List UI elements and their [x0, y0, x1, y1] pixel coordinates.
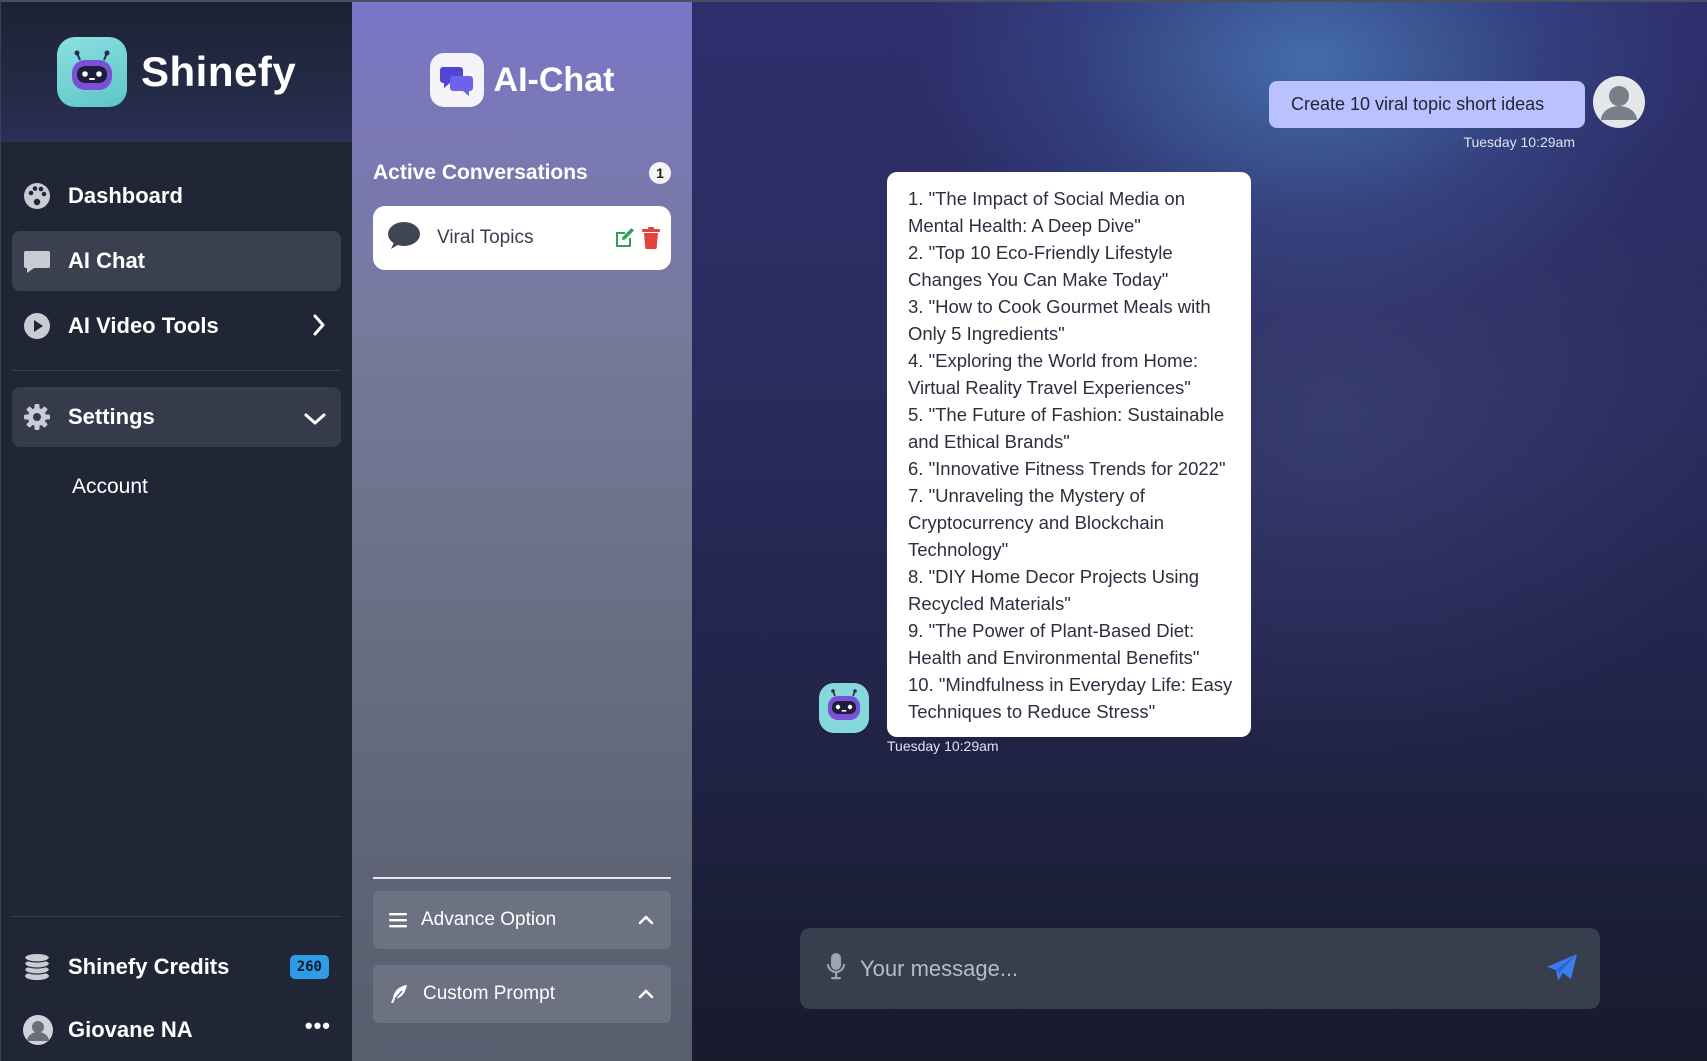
conversation-label: Viral Topics [437, 227, 534, 248]
advance-option-label: Advance Option [421, 909, 557, 930]
chevron-up-icon [637, 911, 655, 933]
nav-item-dashboard[interactable]: Dashboard [12, 166, 341, 226]
nav-item-ai-video-tools[interactable]: AI Video Tools [12, 296, 341, 356]
bot-message-time: Tuesday 10:29am [887, 738, 999, 754]
conversations-header: AI-Chat [352, 2, 692, 162]
coins-icon [22, 952, 52, 982]
edit-icon[interactable] [613, 227, 635, 254]
user-avatar [1592, 75, 1646, 134]
chat-bubbles-icon [429, 53, 484, 107]
sidebar-footer: Shinefy Credits 260 Giovane NA ••• [12, 916, 341, 1061]
chevron-up-icon [637, 985, 655, 1007]
paper-plane-icon[interactable] [1546, 953, 1578, 988]
bot-message-line: 4. "Exploring the World from Home: Virtu… [908, 350, 1199, 398]
more-options-icon[interactable]: ••• [305, 1013, 331, 1039]
custom-prompt-label: Custom Prompt [423, 983, 555, 1004]
robot-icon [57, 37, 127, 107]
conversations-title: AI-Chat [493, 60, 615, 99]
conversation-actions [613, 227, 661, 254]
bot-message-line: 9. "The Power of Plant-Based Diet: Healt… [908, 620, 1200, 668]
bot-message-line: 10. "Mindfulness in Everyday Life: Easy … [908, 674, 1233, 722]
nav-label-ai-chat: AI Chat [68, 248, 145, 273]
play-circle-icon [22, 311, 52, 341]
user-avatar-icon [22, 1014, 54, 1046]
chevron-right-icon [311, 313, 327, 343]
custom-prompt-toggle[interactable]: Custom Prompt [373, 965, 671, 1023]
credits-row[interactable]: Shinefy Credits 260 [12, 935, 341, 999]
chat-area: Create 10 viral topic short ideas Tuesda… [692, 0, 1707, 1061]
menu-lines-icon [389, 912, 407, 928]
delete-icon[interactable] [641, 227, 661, 254]
brand-name: Shinefy [141, 48, 297, 95]
credits-label: Shinefy Credits [68, 954, 230, 979]
active-conversations-count: 1 [649, 162, 671, 184]
active-conversations-label: Active Conversations [373, 161, 588, 184]
conversations-panel: AI-Chat Active Conversations 1 Viral Top… [352, 0, 692, 1061]
nav-divider [12, 370, 341, 371]
conversation-item[interactable]: Viral Topics [373, 206, 671, 270]
nav-item-settings[interactable]: Settings [12, 387, 341, 447]
bot-message-line: 5. "The Future of Fashion: Sustainable a… [908, 404, 1225, 452]
main-nav: Dashboard AI Chat AI Video Tools Setting… [1, 166, 352, 499]
microphone-icon[interactable] [826, 952, 846, 985]
options-divider [373, 877, 671, 879]
bot-message-bubble: 1. "The Impact of Social Media on Mental… [887, 172, 1251, 737]
message-composer [800, 928, 1600, 1009]
chat-bubble-icon [22, 246, 52, 276]
chevron-down-icon [303, 407, 327, 433]
bot-message-line: 2. "Top 10 Eco-Friendly Lifestyle Change… [908, 242, 1173, 290]
gear-icon [22, 402, 52, 432]
nav-subitem-account[interactable]: Account [12, 475, 341, 499]
feather-icon [389, 984, 409, 1004]
bot-message-line: 7. "Unraveling the Mystery of Cryptocurr… [908, 485, 1165, 560]
advance-option-toggle[interactable]: Advance Option [373, 891, 671, 949]
bot-message-line: 6. "Innovative Fitness Trends for 2022" [908, 458, 1226, 479]
brand[interactable]: Shinefy [1, 2, 352, 142]
credits-badge: 260 [289, 955, 329, 979]
active-conversations-header: Active Conversations 1 [352, 161, 692, 184]
nav-label-settings: Settings [68, 404, 155, 429]
user-message-group: Create 10 viral topic short ideas Tuesda… [1269, 81, 1585, 150]
user-row[interactable]: Giovane NA ••• [12, 999, 341, 1061]
user-message-time: Tuesday 10:29am [1463, 134, 1575, 150]
nav-label-ai-video-tools: AI Video Tools [68, 313, 219, 338]
speech-bubble-icon [387, 221, 421, 256]
bot-message-line: 1. "The Impact of Social Media on Mental… [908, 188, 1186, 236]
bot-avatar [818, 682, 870, 739]
conversations-options: Advance Option Custom Prompt [373, 877, 671, 1061]
sidebar: Shinefy Dashboard AI Chat AI Video Tools… [0, 0, 352, 1061]
user-message-bubble: Create 10 viral topic short ideas [1269, 81, 1585, 128]
user-name: Giovane NA [68, 1017, 193, 1042]
palette-icon [22, 181, 52, 211]
nav-item-ai-chat[interactable]: AI Chat [12, 231, 341, 291]
footer-divider [12, 916, 341, 917]
bot-message-line: 8. "DIY Home Decor Projects Using Recycl… [908, 566, 1200, 614]
scroll-peek [373, 1039, 671, 1061]
nav-label-dashboard: Dashboard [68, 183, 183, 208]
message-input[interactable] [860, 955, 1500, 982]
bot-message-line: 3. "How to Cook Gourmet Meals with Only … [908, 296, 1211, 344]
